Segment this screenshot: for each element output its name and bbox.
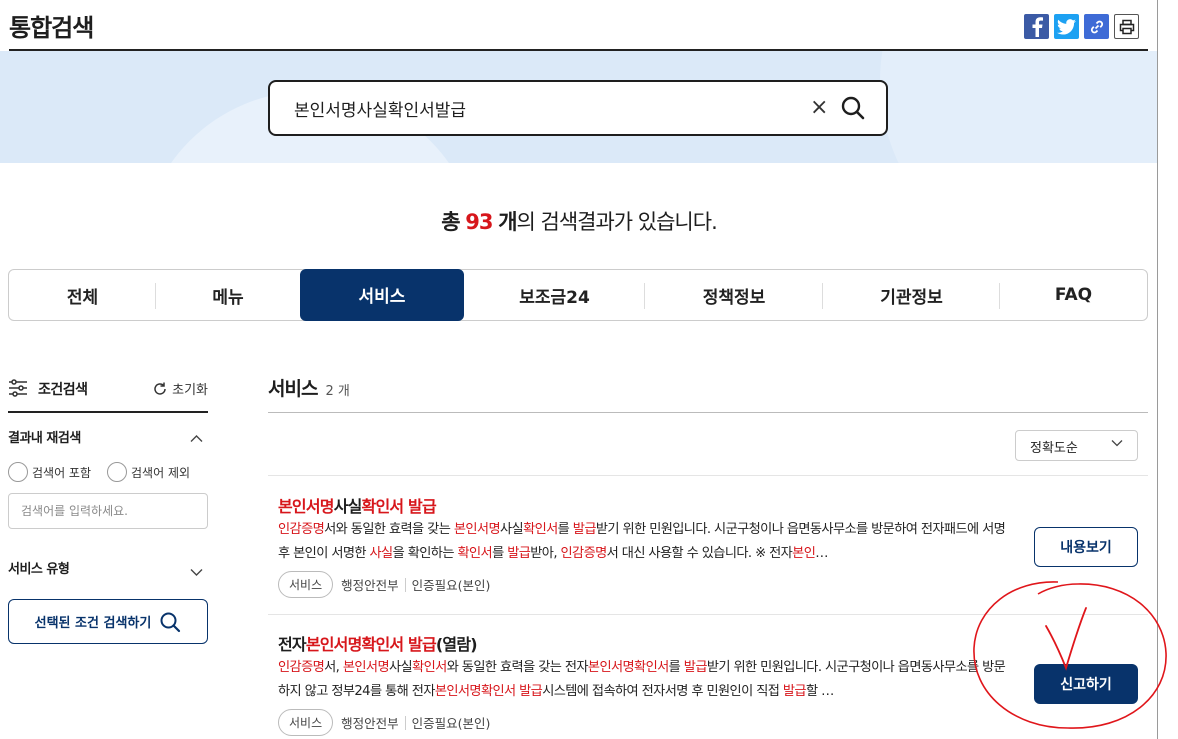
exclude-radio[interactable] [107,462,128,482]
section-divider [268,412,1148,413]
refine-search-title: 결과내 재검색 [8,431,81,446]
service-section-header: 서비스 2 개 [268,374,350,401]
facebook-icon[interactable] [1024,14,1049,39]
category-badge: 서비스 [278,709,334,736]
search-box: × [268,80,888,136]
page-title: 통합검색 [9,14,94,42]
tab-all[interactable]: 전체 [9,270,156,320]
search-input[interactable] [294,94,794,122]
twitter-icon[interactable] [1054,14,1079,39]
category-tabs: 전체 메뉴 서비스 보조금24 정책정보 기관정보 FAQ [8,268,1148,321]
apply-button[interactable]: 신고하기 [1034,664,1138,704]
refresh-icon [154,382,166,395]
chevron-down-icon[interactable] [190,562,203,581]
refine-options: 검색어 포함 검색어 제외 [8,462,200,482]
category-badge: 서비스 [278,571,334,598]
clear-icon[interactable]: × [810,96,828,120]
view-details-button[interactable]: 내용보기 [1034,527,1138,567]
search-icon[interactable] [840,95,866,125]
share-toolbar [1024,14,1139,39]
item-org: 행정안전부 [341,578,399,593]
tab-policy-info[interactable]: 정책정보 [645,270,823,320]
filter-sliders-icon [8,379,28,401]
result-count: 총 93 개의 검색결과가 있습니다. [441,210,718,234]
search-selected-conditions-button[interactable]: 선택된 조건 검색하기 [8,599,208,644]
item-title[interactable]: 본인서명사실확인서 발급 [278,493,437,517]
tab-service[interactable]: 서비스 [300,268,464,321]
tab-menu[interactable]: 메뉴 [156,270,300,320]
tab-agency-info[interactable]: 기관정보 [823,270,1000,320]
service-type-title: 서비스 유형 [8,562,70,577]
item-description: 인감증명서, 본인서명사실확인서와 동일한 효력을 갖는 전자본인서명확인서를 … [278,660,1006,699]
item-org: 행정안전부 [341,716,399,731]
item-tags: 서비스 행정안전부 인증필요(본인) [278,709,490,736]
chevron-up-icon[interactable] [190,428,203,447]
list-item: 전자본인서명확인서 발급(열람) 인감증명서, 본인서명사실확인서와 동일한 효… [268,616,1148,739]
item-auth: 인증필요(본인) [411,578,491,593]
list-item: 본인서명사실확인서 발급 인감증명서와 동일한 효력을 갖는 본인서명사실확인서… [268,475,1148,615]
section-title: 서비스 [268,378,318,400]
item-auth: 인증필요(본인) [411,716,491,731]
tab-subsidy24[interactable]: 보조금24 [464,270,645,320]
link-icon[interactable] [1084,14,1109,39]
chevron-down-icon [1111,440,1123,447]
condition-search-title: 조건검색 [38,382,88,398]
section-count: 2 개 [325,384,350,399]
print-icon[interactable] [1114,14,1139,39]
condition-search-header: 조건검색 초기화 [8,377,208,413]
exclude-keyword-option[interactable]: 검색어 제외 [107,462,190,482]
page-frame: 통합검색 × 총 93 개의 검색결과가 있습니다. 전체 메뉴 서비스 보조금 [0,0,1158,739]
item-title[interactable]: 전자본인서명확인서 발급(열람) [278,631,478,655]
item-description: 인감증명서와 동일한 효력을 갖는 본인서명사실확인서를 발급받기 위한 민원입… [278,522,1006,561]
sort-select[interactable]: 정확도순 [1015,430,1138,461]
include-radio[interactable] [8,462,28,482]
tab-faq[interactable]: FAQ [1000,270,1147,320]
include-keyword-option[interactable]: 검색어 포함 [8,462,91,482]
search-icon [160,612,181,632]
item-tags: 서비스 행정안전부 인증필요(본인) [278,571,490,598]
refine-keyword-input[interactable] [8,493,208,529]
reset-button[interactable]: 초기화 [152,379,208,398]
